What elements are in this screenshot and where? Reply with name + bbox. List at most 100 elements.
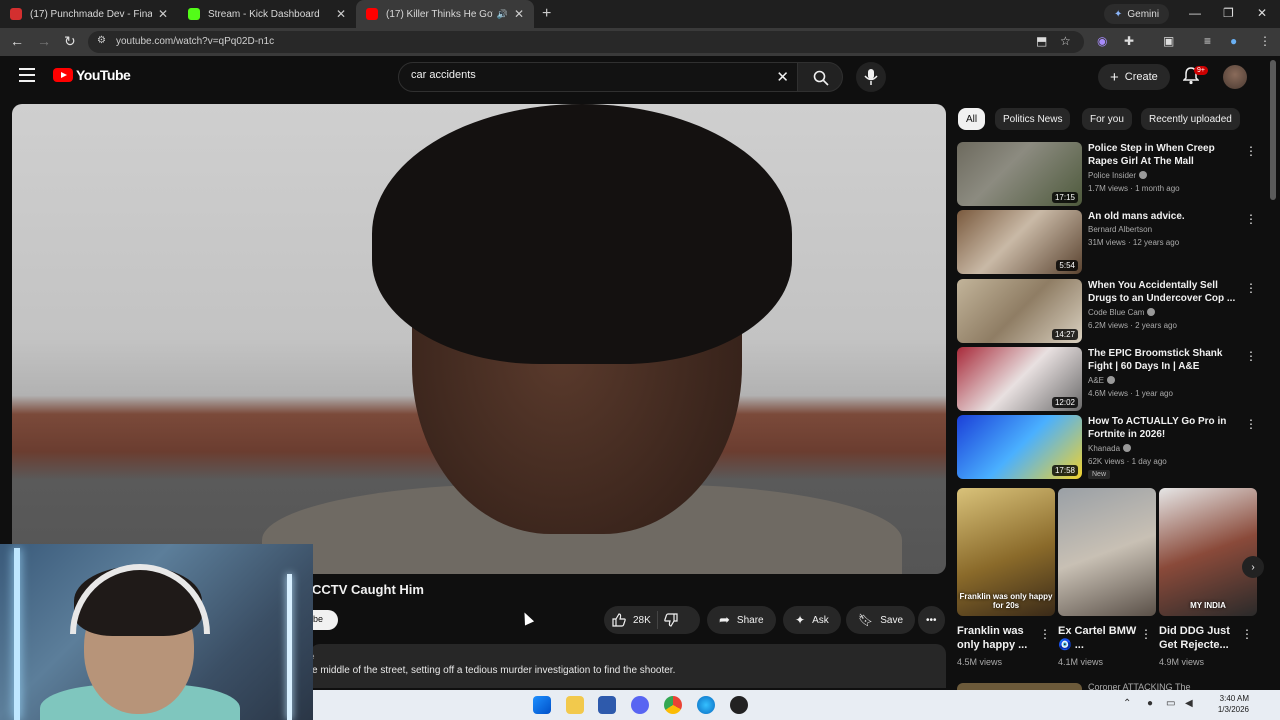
recommended-video[interactable]: 17:58 How To ACTUALLY Go Pro in Fortnite … xyxy=(957,415,1262,479)
hamburger-menu-icon[interactable] xyxy=(19,68,35,82)
shorts-next-button[interactable]: › xyxy=(1242,556,1264,578)
extension-icon[interactable]: ◉ xyxy=(1097,34,1107,48)
mic-tray-icon[interactable]: ● xyxy=(1147,698,1153,709)
recommended-video[interactable]: 17:15 Police Step in When Creep Rapes Gir… xyxy=(957,142,1262,206)
browser-tab-punchmade[interactable]: (17) Punchmade Dev - Financia ✕ xyxy=(0,0,178,28)
network-icon[interactable]: ▭ xyxy=(1166,698,1175,709)
video-thumbnail[interactable]: 17:58 xyxy=(957,415,1082,479)
voice-search-button[interactable] xyxy=(856,62,886,92)
page-scrollbar[interactable] xyxy=(1270,60,1276,200)
forward-icon[interactable]: → xyxy=(37,33,51,49)
more-vertical-icon[interactable]: ⋮ xyxy=(1245,417,1257,431)
browser-tab-killer[interactable]: (17) Killer Thinks He Got Aw 🔊 ✕ xyxy=(356,0,534,28)
recommended-video[interactable]: 5:54 An old mans advice. Bernard Albertson… xyxy=(957,210,1262,274)
bookmark-star-icon[interactable]: ☆ xyxy=(1060,34,1071,48)
recommended-video[interactable]: 14:27 When You Accidentally Sell Drugs to… xyxy=(957,279,1262,343)
more-vertical-icon[interactable]: ⋮ xyxy=(1241,627,1253,641)
channel-name[interactable]: Police Insider xyxy=(1088,171,1148,180)
more-vertical-icon[interactable]: ⋮ xyxy=(1039,627,1051,641)
video-title[interactable]: Police Step in When Creep Rapes Girl At … xyxy=(1088,142,1238,168)
video-player[interactable] xyxy=(12,104,946,574)
account-avatar[interactable] xyxy=(1223,65,1247,89)
chip-recently-uploaded[interactable]: Recently uploaded xyxy=(1141,108,1240,130)
new-tab-button[interactable]: + xyxy=(542,5,551,23)
short-thumbnail[interactable] xyxy=(1058,488,1156,616)
chip-politics-news[interactable]: Politics News xyxy=(995,108,1071,130)
reload-icon[interactable]: ↻ xyxy=(64,33,76,50)
more-vertical-icon[interactable]: ⋮ xyxy=(1245,144,1257,158)
browser-tab-kick[interactable]: Stream - Kick Dashboard ✕ xyxy=(178,0,356,28)
close-window-icon[interactable]: ✕ xyxy=(1257,6,1267,20)
short-thumbnail[interactable]: Franklin was only happy for 20s xyxy=(957,488,1055,616)
search-box[interactable]: ✕ xyxy=(398,62,798,92)
close-tab-icon[interactable]: ✕ xyxy=(158,7,168,21)
chip-for-you[interactable]: For you xyxy=(1082,108,1132,130)
back-icon[interactable]: ← xyxy=(10,33,24,49)
media-controls-icon[interactable]: ≡ xyxy=(1204,34,1211,48)
video-thumbnail[interactable]: 5:54 xyxy=(957,210,1082,274)
discord-icon[interactable] xyxy=(631,696,649,714)
chrome-icon[interactable] xyxy=(664,696,682,714)
close-tab-icon[interactable]: ✕ xyxy=(514,7,524,21)
led-strip xyxy=(14,548,20,720)
restore-icon[interactable]: ❐ xyxy=(1223,6,1234,20)
video-title[interactable]: An old mans advice. xyxy=(1088,210,1238,223)
video-thumbnail[interactable]: 14:27 xyxy=(957,279,1082,343)
speaker-icon[interactable]: 🔊 xyxy=(497,9,508,20)
thumbs-up-icon xyxy=(612,613,626,627)
subscribe-button[interactable]: be xyxy=(310,610,338,630)
browser-menu-icon[interactable]: ⋮ xyxy=(1259,34,1271,48)
file-explorer-icon[interactable] xyxy=(566,696,584,714)
windows-start-icon[interactable] xyxy=(533,696,551,714)
more-vertical-icon[interactable]: ⋮ xyxy=(1245,212,1257,226)
install-app-icon[interactable]: ⬒ xyxy=(1036,34,1047,48)
video-title[interactable]: When You Accidentally Sell Drugs to an U… xyxy=(1088,279,1238,305)
ask-button[interactable]: ✦ Ask xyxy=(783,606,841,634)
app-icon[interactable] xyxy=(730,696,748,714)
video-title[interactable]: How To ACTUALLY Go Pro in Fortnite in 20… xyxy=(1088,415,1238,441)
more-vertical-icon[interactable]: ⋮ xyxy=(1245,281,1257,295)
more-vertical-icon[interactable]: ⋮ xyxy=(1245,349,1257,363)
gemini-button[interactable]: ✦ Gemini xyxy=(1104,4,1170,24)
dislike-button[interactable] xyxy=(664,613,678,627)
tray-chevron-icon[interactable]: ⌃ xyxy=(1123,698,1131,709)
channel-name[interactable]: Khanada xyxy=(1088,444,1132,453)
taskbar-clock[interactable]: 3:40 AM 1/3/2026 xyxy=(1205,693,1249,715)
search-button[interactable] xyxy=(797,62,843,92)
video-title[interactable]: The EPIC Broomstick Shank Fight | 60 Day… xyxy=(1088,347,1238,373)
minimize-icon[interactable]: — xyxy=(1189,6,1201,20)
more-vertical-icon[interactable]: ⋮ xyxy=(1140,627,1152,641)
create-button[interactable]: + Create xyxy=(1098,64,1170,90)
volume-icon[interactable]: ◀ xyxy=(1185,698,1193,709)
clear-search-icon[interactable]: ✕ xyxy=(776,68,789,86)
like-button[interactable]: 28K xyxy=(604,613,651,627)
clock-date: 1/3/2026 xyxy=(1217,705,1249,714)
extensions-puzzle-icon[interactable]: ✚ xyxy=(1124,34,1134,48)
save-button[interactable]: 🔖︎ Save xyxy=(846,606,916,634)
channel-name[interactable]: Bernard Albertson xyxy=(1088,225,1152,234)
short-caption: Franklin was only happy for 20s xyxy=(959,592,1053,610)
url-text[interactable]: youtube.com/watch?v=qPq02D-n1c xyxy=(116,36,274,47)
youtube-logo[interactable]: YouTube xyxy=(53,67,131,83)
channel-name[interactable]: Code Blue Cam xyxy=(1088,308,1156,317)
site-info-icon[interactable]: ⚙ xyxy=(97,35,106,46)
channel-name[interactable]: A&E xyxy=(1088,376,1116,385)
recommended-video[interactable]: 12:02 The EPIC Broomstick Shank Fight | 6… xyxy=(957,347,1262,411)
share-button[interactable]: ➦ Share xyxy=(707,606,776,634)
video-thumbnail[interactable]: 12:02 xyxy=(957,347,1082,411)
short-title[interactable]: Ex Cartel BMW 🧿 ... xyxy=(1058,624,1138,652)
omnibox[interactable]: ⚙ youtube.com/watch?v=qPq02D-n1c ⬒ ☆ xyxy=(88,31,1084,53)
split-view-icon[interactable]: ▣ xyxy=(1163,34,1174,48)
close-tab-icon[interactable]: ✕ xyxy=(336,7,346,21)
chip-all[interactable]: All xyxy=(958,108,986,130)
short-thumbnail[interactable]: MY INDIA xyxy=(1159,488,1257,616)
store-icon[interactable] xyxy=(598,696,616,714)
short-title[interactable]: Did DDG Just Get Rejecte... xyxy=(1159,624,1239,652)
search-input[interactable] xyxy=(411,69,761,81)
short-title[interactable]: Franklin was only happy ... xyxy=(957,624,1037,652)
video-thumbnail[interactable]: 17:15 xyxy=(957,142,1082,206)
description-box[interactable]: e e middle of the street, setting off a … xyxy=(310,644,946,688)
more-actions-button[interactable]: ••• xyxy=(918,606,945,634)
profile-icon[interactable]: ● xyxy=(1230,34,1237,48)
edge-icon[interactable] xyxy=(697,696,715,714)
